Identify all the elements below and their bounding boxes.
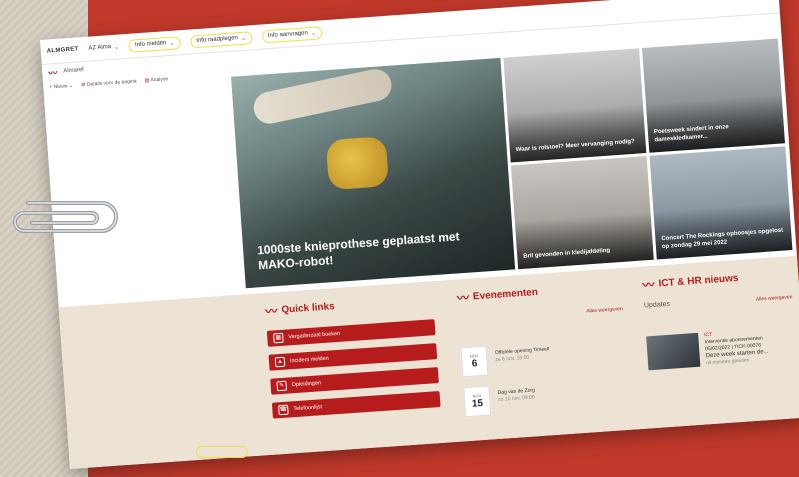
page-details-button[interactable]: ⚙ Details voor de pagina (81, 78, 137, 88)
site-logo-icon: 〰 (47, 67, 58, 78)
warning-icon: ▲ (274, 356, 286, 368)
nav-item-info-melden[interactable]: Info melden ⌄ (128, 35, 181, 53)
chevron-down-icon: ⌄ (310, 30, 317, 37)
brand-mark-icon: 〰 (642, 277, 656, 293)
quick-link-opleidingen[interactable]: ✎ Opleidingen (270, 367, 439, 395)
events-see-all-link[interactable]: Alles weergeven (586, 306, 623, 315)
quick-link-incident[interactable]: ▲ Incident melden (268, 343, 438, 371)
quick-links-header: 〰 Quick links (265, 291, 436, 320)
news-section: 〰 ICT & HR nieuws Alles weergeven Update… (642, 266, 799, 426)
events-section: 〰 Evenementen Alles weergeven NOV 6 Offi… (456, 277, 646, 439)
quick-links-section: 〰 Quick links ▦ Vergaderzaal boeken ▲ In… (265, 291, 445, 452)
event-item[interactable]: NOV 6 Officiële opening Timeelt ze 6 nov… (460, 341, 551, 378)
hero-tile[interactable]: Bril gevonden in kledijafdeling (510, 155, 654, 270)
event-date: NOV 15 (463, 385, 492, 418)
nav-item-az-alma[interactable]: AZ Alma ⌄ (88, 43, 119, 52)
event-time: zo 15 nov, 09:00 (498, 394, 535, 403)
quick-link-telefoonlijst[interactable]: ☎ Telefoonlijst (271, 390, 441, 419)
analytics-button[interactable]: ▤ Analyse (144, 76, 168, 84)
nav-label: Info raadplegen (196, 35, 239, 45)
hero-main-caption: 1000ste knieprothese geplaatst met MAKO-… (256, 229, 460, 273)
nav-label: AZ Alma (88, 44, 112, 52)
quick-links-title: Quick links (281, 301, 336, 316)
event-item[interactable]: NOV 15 Dag van de Zorg zo 15 nov, 09:00 (463, 382, 536, 418)
events-title: Evenementen (472, 286, 539, 303)
hero-tile[interactable]: Waar is rolstoel? Meer vervanging nodig? (503, 48, 647, 162)
hero-main-tile[interactable]: 1000ste knieprothese geplaatst met MAKO-… (231, 57, 516, 289)
news-see-all-link[interactable]: Alles weergeven (756, 294, 793, 303)
chevron-down-icon: ⌄ (169, 40, 175, 47)
highlight-marker (196, 446, 248, 458)
news-title: ICT & HR nieuws (658, 272, 739, 290)
brand-mark-icon: 〰 (456, 290, 470, 306)
brand-label: ALMGRET (46, 46, 79, 55)
training-icon: ✎ (276, 380, 288, 392)
news-item[interactable]: ICT Interventie abonnementen 05/02/2022 … (646, 328, 769, 371)
hero-image-shape (325, 136, 390, 191)
hero-tile[interactable]: Poetsweek sindert in onze dameskledkamer… (642, 38, 785, 153)
site-name[interactable]: Almaref (63, 67, 84, 74)
events-header: 〰 Evenementen (456, 277, 637, 307)
calendar-icon: ▦ (273, 332, 284, 344)
hero-news: 1000ste knieprothese geplaatst met MAKO-… (231, 38, 793, 289)
new-button[interactable]: + Nieuw ⌄ (49, 83, 73, 91)
news-thumbnail-phone (646, 332, 701, 371)
news-updates-label: Updates (643, 300, 671, 310)
chevron-down-icon: ⌄ (113, 44, 120, 51)
hero-tile[interactable]: Concert The Rockings ophoosjes opgelost … (649, 145, 793, 260)
hero-tile-grid: Waar is rolstoel? Meer vervanging nodig?… (503, 38, 793, 270)
chevron-down-icon: ⌄ (240, 35, 247, 42)
quick-link-vergaderzaal[interactable]: ▦ Vergaderzaal boeken (266, 319, 436, 347)
phone-icon: ☎ (278, 404, 289, 416)
event-date: NOV 6 (460, 345, 489, 378)
intranet-screenshot-sheet: ALMGRET AZ Alma ⌄ Info melden ⌄ Info raa… (40, 0, 799, 469)
brand-mark-icon: 〰 (265, 304, 278, 319)
nav-label: Info aanvragen (267, 30, 309, 40)
nav-item-info-raadplegen[interactable]: Info raadplegen ⌄ (189, 30, 253, 49)
paperclip-icon (13, 201, 118, 233)
nav-label: Info melden (134, 40, 167, 49)
news-header: 〰 ICT & HR nieuws (642, 266, 793, 293)
hero-image-shape (250, 66, 395, 127)
nav-item-info-aanvragen[interactable]: Info aanvragen ⌄ (261, 25, 323, 43)
